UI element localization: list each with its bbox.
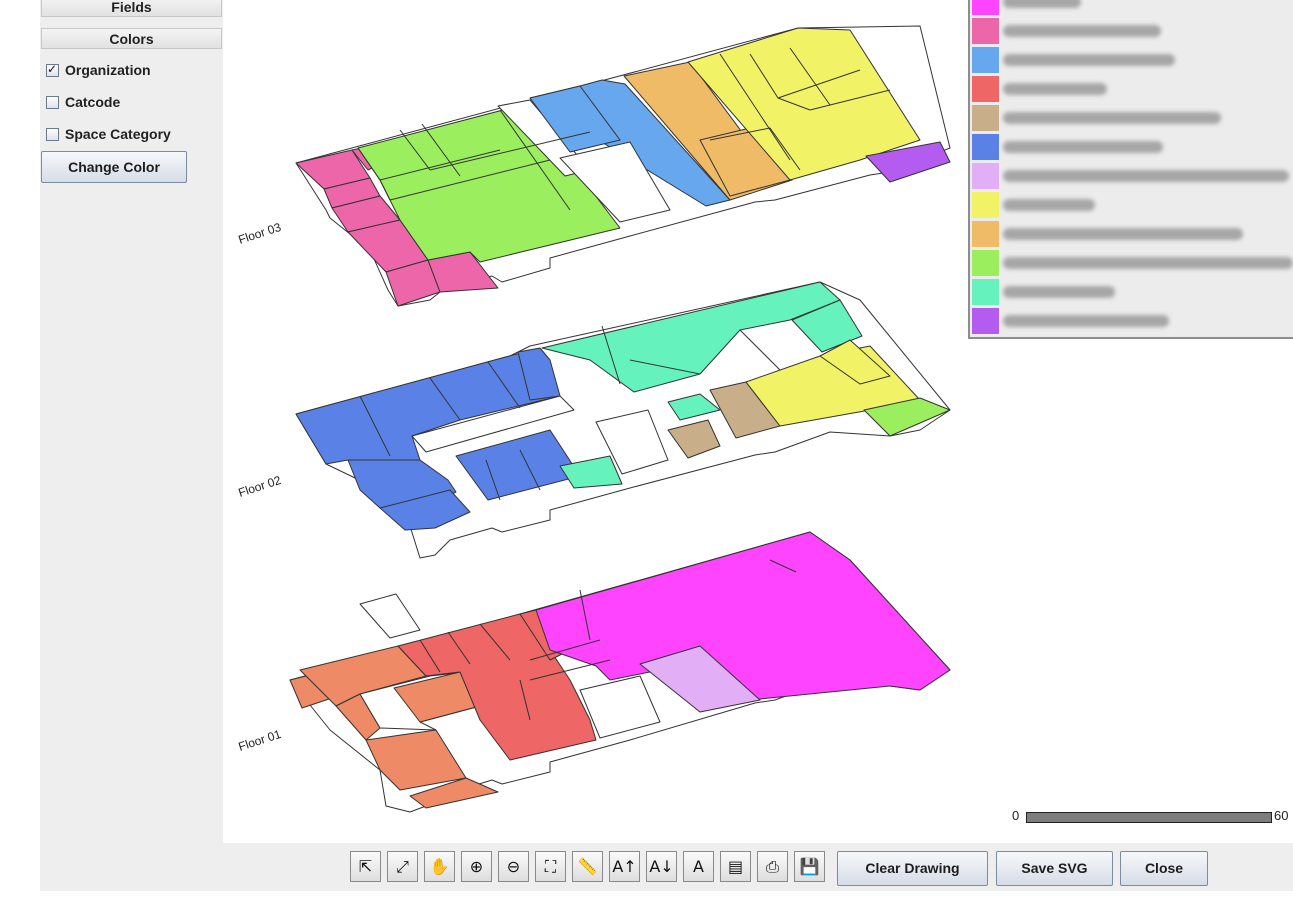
fields-header[interactable]: Fields [41,0,222,17]
legend-row [970,45,1293,74]
legend-swatch [972,308,999,334]
scale-start: 0 [1012,808,1020,823]
scale-bar-graphic [1026,812,1272,823]
window-margin [0,0,40,902]
colors-header[interactable]: Colors [41,28,222,49]
space-category-label: Space Category [65,126,171,142]
select-icon[interactable]: ⇱ [350,851,381,882]
scale-end: 60 [1274,808,1289,823]
legend-swatch [972,134,999,160]
legend-label-redacted [1003,228,1243,240]
close-button[interactable]: Close [1120,851,1208,886]
organization-label: Organization [65,62,151,78]
legend-row [970,103,1293,132]
settings-panel: Fields Colors Organization Catcode Space… [40,0,223,843]
legend-label-redacted [1003,286,1115,298]
legend-label-redacted [1003,83,1107,95]
option-catcode[interactable]: Catcode [46,91,120,113]
legend-row [970,190,1293,219]
legend-label-redacted [1003,257,1293,269]
legend-swatch [972,221,999,247]
annex [359,593,421,639]
export-icon[interactable]: ▤ [720,851,751,882]
font-up-icon[interactable]: A↑ [609,851,640,882]
organization-checkbox[interactable] [46,62,59,77]
print-icon[interactable]: ⎙ [757,851,788,882]
legend-swatch [972,250,999,276]
zoom-extent-icon[interactable]: ⛶ [535,851,566,882]
floor-03-label: Floor 03 [237,220,284,247]
legend-row [970,74,1293,103]
catcode-label: Catcode [65,94,121,110]
scale-bar: 0 60 [1010,808,1293,826]
legend-label-redacted [1003,315,1169,327]
option-organization[interactable]: Organization [46,59,151,81]
legend-swatch [972,163,999,189]
legend-swatch [972,0,999,15]
legend-label-redacted [1003,112,1221,124]
legend-row [970,161,1293,190]
legend-label-redacted [1003,54,1175,66]
legend-row [970,16,1293,45]
legend-label-redacted [1003,170,1289,182]
legend-swatch [972,18,999,44]
legend-swatch [972,279,999,305]
legend-row [970,219,1293,248]
catcode-checkbox[interactable] [46,95,59,109]
save-svg-button[interactable]: Save SVG [996,851,1113,886]
legend-swatch [972,47,999,73]
label-icon[interactable]: A [683,851,714,882]
pan-icon[interactable]: ✋ [424,851,455,882]
clear-drawing-button[interactable]: Clear Drawing [837,851,988,886]
floor-01-label: Floor 01 [237,727,284,754]
legend-row [970,306,1293,335]
space-category-checkbox[interactable] [46,127,59,141]
legend-swatch [972,337,999,339]
legend-label-redacted [1003,199,1095,211]
legend-swatch [972,192,999,218]
legend-label-redacted [1003,25,1161,37]
option-space-category[interactable]: Space Category [46,123,171,145]
change-color-button[interactable]: Change Color [41,151,187,183]
legend-label-redacted [1003,141,1163,153]
color-legend [968,0,1293,339]
legend-row [970,277,1293,306]
zoom-in-icon[interactable]: ⊕ [461,851,492,882]
legend-row [970,248,1293,277]
legend-swatch [972,76,999,102]
legend-row [970,335,1293,339]
floor-02-label: Floor 02 [237,473,284,500]
legend-row [970,132,1293,161]
legend-row [970,0,1293,16]
save-icon[interactable]: 💾 [794,851,825,882]
floor-plan-canvas[interactable]: Floor 03 Floor 02 Floor 01 [230,0,960,830]
floor-01 [289,531,951,813]
floor-03 [295,25,951,307]
fit-icon[interactable]: ⤢ [387,851,418,882]
legend-label-redacted [1003,0,1081,8]
measure-icon[interactable]: 📏 [572,851,603,882]
font-down-icon[interactable]: A↓ [646,851,677,882]
floor-02 [295,281,951,559]
legend-swatch [972,105,999,131]
zoom-out-icon[interactable]: ⊖ [498,851,529,882]
